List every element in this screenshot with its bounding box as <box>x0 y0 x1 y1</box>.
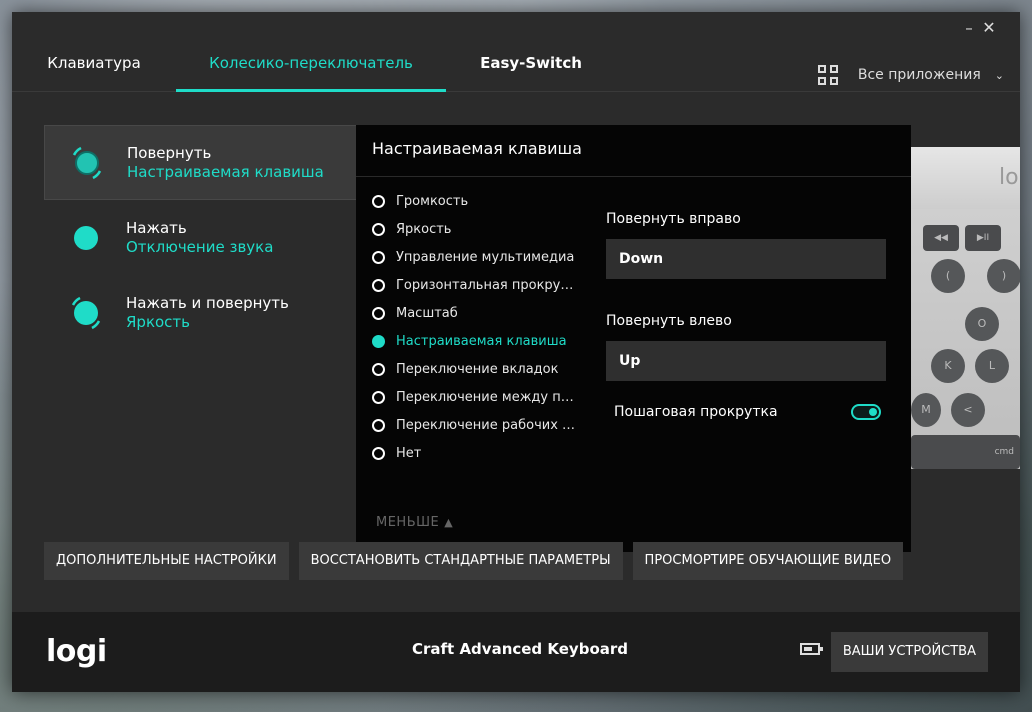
action-title: Повернуть <box>127 143 212 162</box>
radio-icon <box>372 446 385 460</box>
app-filter-dropdown[interactable]: Все приложения ⌄ <box>817 62 1004 88</box>
device-name[interactable]: Craft Advanced Keyboard <box>412 640 628 658</box>
assignment-panel: Настраиваемая клавиша Громкость Яркость … <box>356 125 911 552</box>
action-subtitle: Яркость <box>126 312 191 331</box>
tab-easy-switch[interactable]: Easy-Switch <box>476 44 586 92</box>
radio-icon <box>372 362 385 376</box>
keyboard-preview-image: lo ◀◀ ▶II ( ) O K L < M cmd <box>911 147 1020 469</box>
keyboard-logo: lo <box>999 165 1019 190</box>
keyboard-key: L <box>975 349 1009 383</box>
chevron-down-icon: ⌄ <box>994 68 1004 82</box>
radio-icon <box>372 306 385 320</box>
less-label: МЕНЬШЕ <box>376 515 440 530</box>
keyboard-key: ( <box>931 259 965 293</box>
titlebar: – ✕ <box>12 12 1020 44</box>
battery-icon <box>800 643 823 655</box>
tab-keyboard[interactable]: Клавиатура <box>42 44 146 92</box>
radio-selected-icon <box>372 334 385 348</box>
keyboard-key: < <box>951 393 985 427</box>
action-subtitle: Настраиваемая клавиша <box>127 162 324 181</box>
minimize-button[interactable]: – <box>958 18 980 38</box>
option-media-control[interactable]: Управление мультимедиа <box>372 243 582 271</box>
dial-press-rotate-icon <box>68 295 104 331</box>
radio-icon <box>372 222 385 236</box>
action-options-list: Громкость Яркость Управление мультимедиа… <box>372 187 582 467</box>
keyboard-key: cmd <box>911 435 1020 469</box>
rotate-left-label: Повернуть влево <box>606 313 732 329</box>
dial-press-icon <box>68 220 104 256</box>
radio-icon <box>372 250 385 264</box>
option-app-switch[interactable]: Переключение между при... <box>372 383 582 411</box>
option-zoom[interactable]: Масштаб <box>372 299 582 327</box>
footer: logi Craft Advanced Keyboard ВАШИ УСТРОЙ… <box>12 612 1020 692</box>
radio-icon <box>372 418 385 432</box>
dial-rotate-icon <box>69 145 105 181</box>
radio-icon <box>372 194 385 208</box>
tutorial-videos-button[interactable]: ПРОСМОРТИРЕ ОБУЧАЮЩИЕ ВИДЕО <box>632 542 904 580</box>
rotate-right-field[interactable]: Down <box>606 239 886 279</box>
stepping-scroll-label: Пошаговая прокрутка <box>614 404 778 420</box>
action-list: Повернуть Настраиваемая клавиша Нажать О… <box>44 125 364 350</box>
tab-bar: Клавиатура Колесико-переключатель Easy-S… <box>12 44 1020 92</box>
keyboard-key: M <box>911 393 941 427</box>
radio-icon <box>372 390 385 404</box>
panel-title: Настраиваемая клавиша <box>356 125 911 177</box>
option-none[interactable]: Нет <box>372 439 582 467</box>
grid-icon <box>817 65 838 85</box>
rotate-left-field[interactable]: Up <box>606 341 886 381</box>
action-subtitle: Отключение звука <box>126 237 274 256</box>
option-custom-key[interactable]: Настраиваемая клавиша <box>372 327 582 355</box>
radio-icon <box>372 278 385 292</box>
keyboard-key: ◀◀ <box>923 225 959 251</box>
option-desktop-switch[interactable]: Переключение рабочих ст... <box>372 411 582 439</box>
tab-crown[interactable]: Колесико-переключатель <box>176 44 446 92</box>
logi-options-window: – ✕ Клавиатура Колесико-переключатель Ea… <box>12 12 1020 692</box>
close-button[interactable]: ✕ <box>978 18 1000 38</box>
logi-logo: logi <box>46 634 107 669</box>
option-brightness[interactable]: Яркость <box>372 215 582 243</box>
keyboard-key: K <box>931 349 965 383</box>
action-rotate[interactable]: Повернуть Настраиваемая клавиша <box>44 125 364 200</box>
stepping-scroll-toggle[interactable] <box>851 404 881 420</box>
option-volume[interactable]: Громкость <box>372 187 582 215</box>
bottom-actions: ДОПОЛНИТЕЛЬНЫЕ НАСТРОЙКИ ВОССТАНОВИТЬ СТ… <box>44 542 904 580</box>
keyboard-key: ) <box>987 259 1020 293</box>
action-press[interactable]: Нажать Отключение звука <box>44 200 364 275</box>
app-filter-label: Все приложения <box>857 67 981 83</box>
action-title: Нажать <box>126 218 187 237</box>
chevron-up-icon: ▲ <box>444 516 454 529</box>
less-button[interactable]: МЕНЬШЕ ▲ <box>376 515 453 530</box>
action-title: Нажать и повернуть <box>126 293 289 312</box>
keyboard-key: O <box>965 307 999 341</box>
keyboard-key: ▶II <box>965 225 1001 251</box>
rotate-right-label: Повернуть вправо <box>606 211 741 227</box>
action-press-rotate[interactable]: Нажать и повернуть Яркость <box>44 275 364 350</box>
your-devices-button[interactable]: ВАШИ УСТРОЙСТВА <box>830 632 988 672</box>
key-assignment-fields: Повернуть вправо Down Повернуть влево Up… <box>606 209 886 420</box>
option-tab-switch[interactable]: Переключение вкладок <box>372 355 582 383</box>
restore-defaults-button[interactable]: ВОССТАНОВИТЬ СТАНДАРТНЫЕ ПАРАМЕТРЫ <box>298 542 623 580</box>
stepping-scroll-row: Пошаговая прокрутка <box>606 404 886 420</box>
option-horizontal-scroll[interactable]: Горизонтальная прокрутка <box>372 271 582 299</box>
advanced-settings-button[interactable]: ДОПОЛНИТЕЛЬНЫЕ НАСТРОЙКИ <box>44 542 289 580</box>
